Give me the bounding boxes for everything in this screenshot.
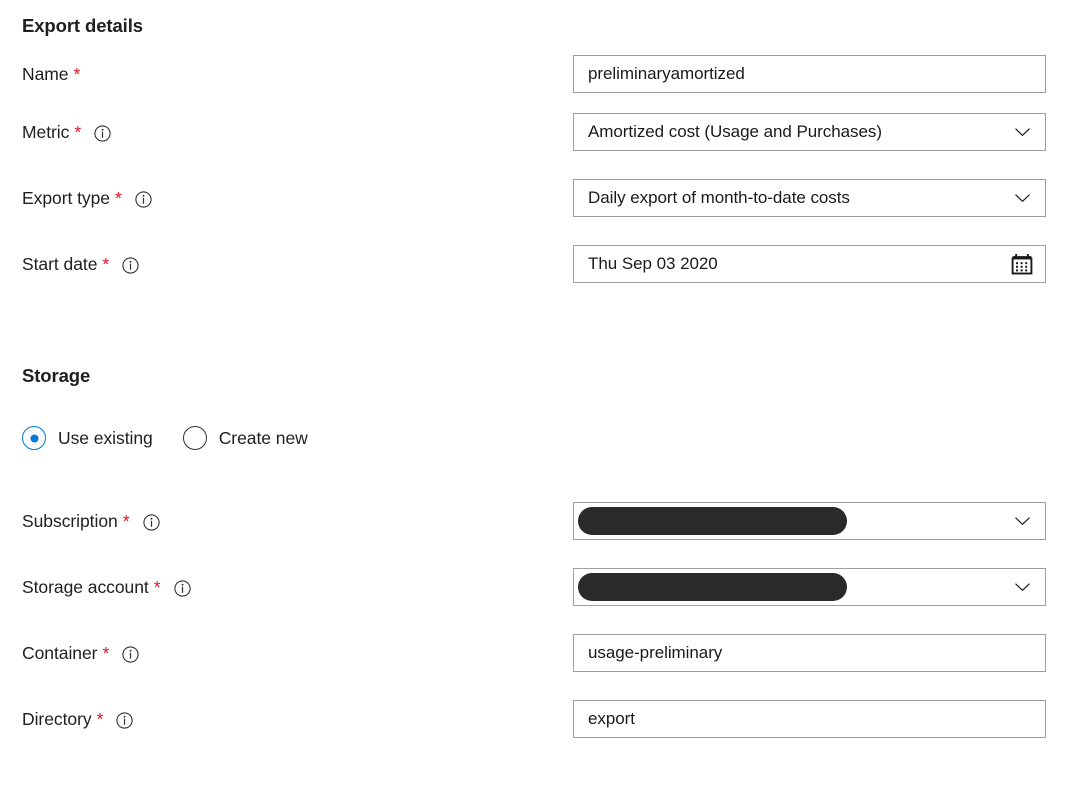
chevron-down-icon[interactable] [1014, 513, 1031, 530]
radio-label-create-new: Create new [218, 427, 308, 448]
radio-indicator-selected[interactable] [22, 426, 46, 450]
required-asterisk: * [73, 64, 81, 85]
radio-option-create-new[interactable]: Create new [182, 426, 308, 450]
export-type-select[interactable]: Daily export of month-to-date costs [573, 179, 1046, 217]
export-configuration-form: Export details Name * preliminaryamortiz… [0, 0, 1089, 794]
info-icon[interactable] [116, 711, 134, 729]
metric-select-value: Amortized cost (Usage and Purchases) [588, 122, 882, 141]
radio-indicator-unselected[interactable] [182, 426, 207, 450]
required-asterisk: * [102, 643, 110, 664]
required-asterisk: * [102, 254, 110, 275]
storage-account-select[interactable] [573, 568, 1046, 606]
form-row-start-date: Start date * Thu Sep 03 2020 [0, 245, 1089, 283]
form-row-metric: Metric * Amortized cost (Usage and Purch… [0, 113, 1089, 151]
chevron-down-icon[interactable] [1014, 579, 1031, 596]
label-directory: Directory * [22, 700, 134, 738]
label-start-date-text: Start date [22, 253, 98, 274]
label-subscription: Subscription * [22, 502, 160, 540]
label-directory-text: Directory [22, 708, 92, 729]
chevron-down-icon[interactable] [1014, 190, 1031, 207]
label-subscription-text: Subscription [22, 510, 118, 531]
redacted-value-bar [578, 507, 847, 535]
export-type-select-value: Daily export of month-to-date costs [588, 188, 850, 207]
info-icon[interactable] [135, 190, 152, 208]
label-metric: Metric * [22, 113, 111, 151]
info-icon[interactable] [94, 124, 111, 142]
name-input-value: preliminaryamortized [588, 64, 745, 83]
label-name: Name * [22, 55, 80, 93]
info-icon[interactable] [122, 256, 139, 274]
required-asterisk: * [122, 511, 130, 532]
label-storage-account: Storage account * [22, 568, 191, 606]
chevron-down-icon[interactable] [1014, 124, 1031, 141]
radio-option-use-existing[interactable]: Use existing [22, 426, 153, 450]
section-heading-storage: Storage [22, 365, 91, 386]
label-start-date: Start date * [22, 245, 139, 283]
label-metric-text: Metric [22, 121, 70, 142]
form-row-subscription: Subscription * [0, 502, 1089, 540]
info-icon[interactable] [173, 579, 191, 597]
subscription-select[interactable] [573, 502, 1046, 540]
required-asterisk: * [74, 122, 82, 143]
radio-label-use-existing: Use existing [58, 427, 153, 448]
label-export-type: Export type * [22, 179, 152, 217]
required-asterisk: * [96, 709, 104, 730]
start-date-input-value: Thu Sep 03 2020 [588, 254, 718, 273]
form-row-container: Container * usage-preliminary [0, 634, 1089, 672]
required-asterisk: * [114, 188, 122, 209]
redacted-value-bar [578, 573, 847, 601]
label-container: Container * [22, 634, 139, 672]
label-storage-account-text: Storage account [22, 576, 149, 597]
form-row-storage-account: Storage account * [0, 568, 1089, 606]
label-name-text: Name [22, 63, 69, 84]
directory-input[interactable]: export [573, 700, 1046, 738]
info-icon[interactable] [122, 645, 139, 663]
name-input[interactable]: preliminaryamortized [573, 55, 1046, 93]
metric-select[interactable]: Amortized cost (Usage and Purchases) [573, 113, 1046, 151]
label-container-text: Container [22, 642, 98, 663]
container-input[interactable]: usage-preliminary [573, 634, 1046, 672]
form-row-export-type: Export type * Daily export of month-to-d… [0, 179, 1089, 217]
storage-mode-radio-group: Use existing Create new [22, 420, 338, 456]
directory-input-value: export [588, 709, 635, 728]
start-date-input[interactable]: Thu Sep 03 2020 [573, 245, 1046, 283]
label-export-type-text: Export type [22, 187, 110, 208]
calendar-icon[interactable] [1010, 252, 1034, 276]
container-input-value: usage-preliminary [588, 643, 723, 662]
form-row-name: Name * preliminaryamortized [0, 55, 1089, 93]
required-asterisk: * [153, 577, 161, 598]
form-row-directory: Directory * export [0, 700, 1089, 738]
section-heading-export-details: Export details [22, 15, 143, 36]
info-icon[interactable] [142, 513, 160, 531]
